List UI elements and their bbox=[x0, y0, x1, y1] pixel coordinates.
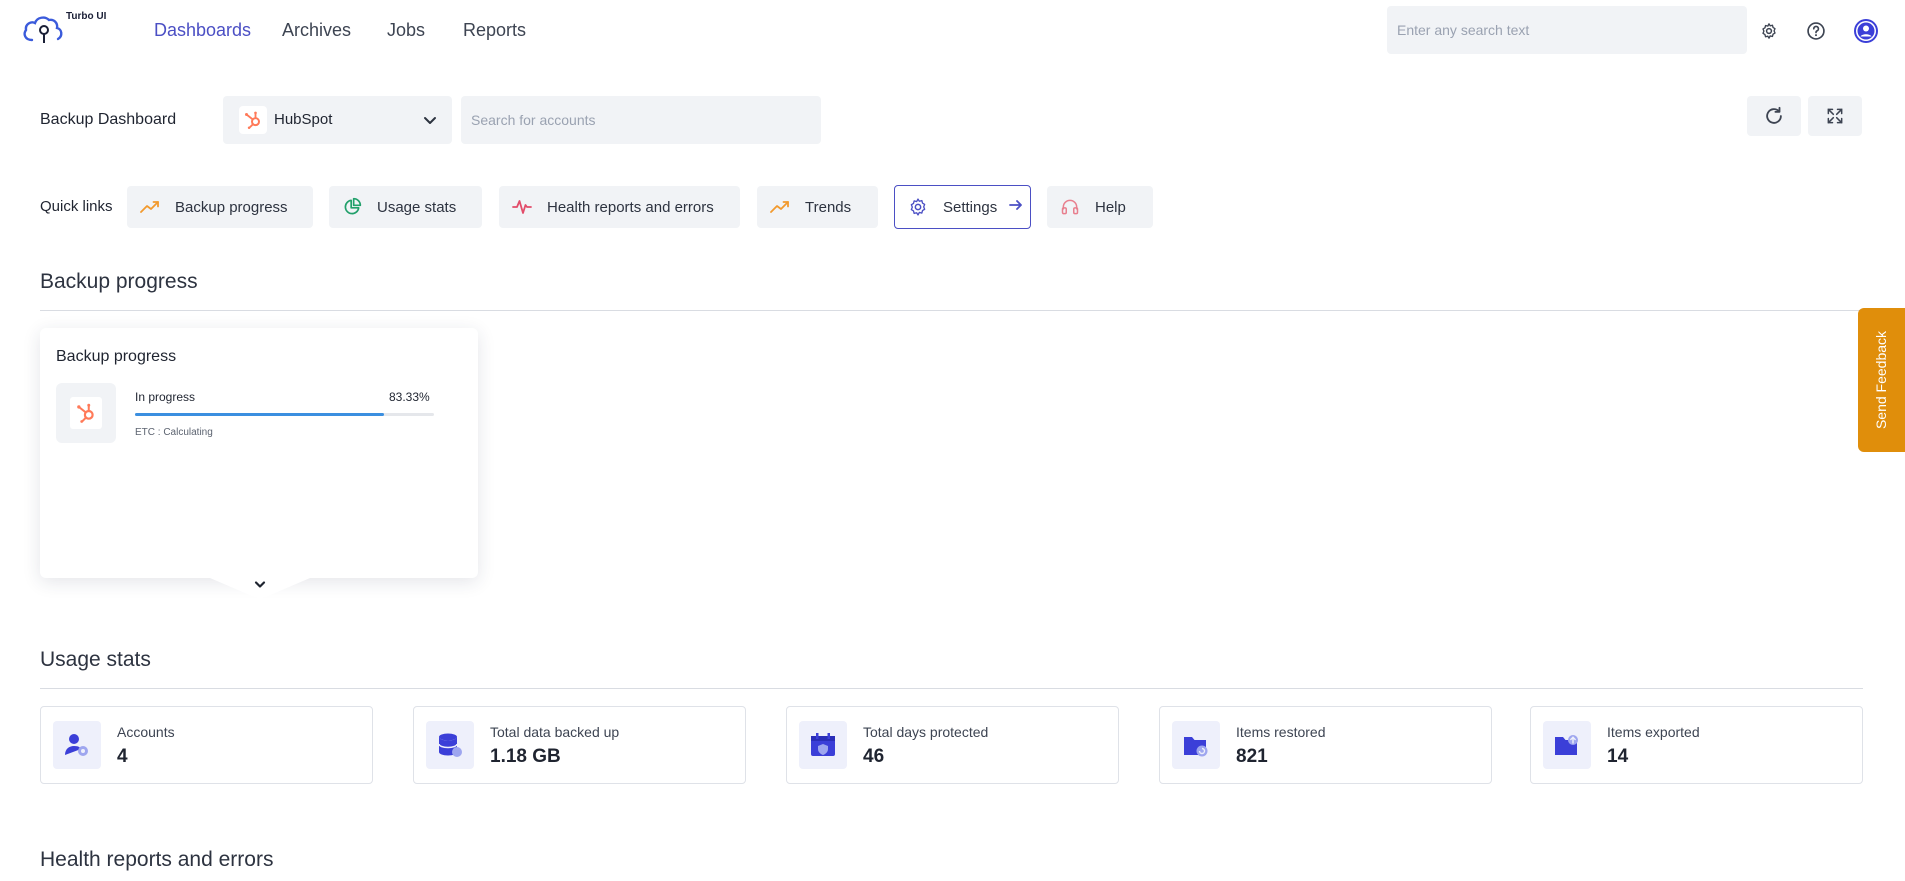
stat-card-items-exported: Items exported 14 bbox=[1530, 706, 1863, 784]
backup-status: In progress bbox=[135, 390, 196, 404]
arrow-right-icon bbox=[1009, 198, 1023, 216]
quick-links-label: Quick links bbox=[40, 198, 113, 215]
page-title: Backup Dashboard bbox=[40, 111, 177, 128]
stat-value: 4 bbox=[117, 746, 128, 767]
refresh-button[interactable] bbox=[1747, 96, 1801, 136]
refresh-icon bbox=[1766, 106, 1782, 124]
backup-percent: 83.33% bbox=[389, 390, 430, 404]
quick-link-label: Usage stats bbox=[377, 198, 457, 216]
section-divider bbox=[40, 310, 1863, 311]
stat-card-days-protected: Total days protected 46 bbox=[786, 706, 1119, 784]
section-divider bbox=[40, 688, 1863, 689]
stat-label: Items restored bbox=[1236, 724, 1326, 740]
user-gear-icon bbox=[53, 721, 101, 769]
stat-value: 821 bbox=[1236, 746, 1268, 767]
backup-etc: ETC : Calculating bbox=[135, 427, 213, 438]
stat-label: Items exported bbox=[1607, 724, 1700, 740]
stat-card-items-restored: Items restored 821 bbox=[1159, 706, 1492, 784]
settings-gear-icon[interactable] bbox=[1758, 20, 1780, 42]
logo[interactable]: Turbo UI bbox=[21, 8, 111, 48]
stat-label: Accounts bbox=[117, 724, 175, 740]
pulse-icon bbox=[511, 196, 533, 218]
trend-up-icon bbox=[139, 196, 161, 218]
section-title-health-reports: Health reports and errors bbox=[40, 848, 274, 871]
headset-icon bbox=[1059, 196, 1081, 218]
quick-link-usage-stats[interactable]: Usage stats bbox=[329, 186, 482, 228]
stat-label: Total days protected bbox=[863, 724, 989, 740]
quick-link-settings[interactable]: Settings bbox=[894, 185, 1031, 229]
folder-restore-icon bbox=[1172, 721, 1220, 769]
backup-progress-card: Backup progress In progress 83.33% ETC :… bbox=[40, 328, 478, 578]
stat-value: 14 bbox=[1607, 746, 1629, 767]
gear-icon bbox=[907, 196, 929, 218]
quick-link-label: Help bbox=[1095, 198, 1126, 216]
quick-link-backup-progress[interactable]: Backup progress bbox=[127, 186, 313, 228]
trend-up-icon bbox=[769, 196, 791, 218]
card-title: Backup progress bbox=[56, 348, 177, 365]
progress-bar bbox=[135, 413, 434, 416]
folder-export-icon bbox=[1543, 721, 1591, 769]
stat-label: Total data backed up bbox=[490, 724, 620, 740]
card-expand-tab bbox=[210, 578, 310, 600]
cloud-pin-logo-icon bbox=[23, 16, 63, 43]
section-title-backup-progress: Backup progress bbox=[40, 270, 198, 293]
stat-value: 1.18 GB bbox=[490, 746, 561, 767]
quick-link-label: Health reports and errors bbox=[547, 198, 714, 216]
nav-archives[interactable]: Archives bbox=[282, 20, 351, 41]
user-avatar-icon[interactable] bbox=[1853, 18, 1879, 44]
stat-card-total-data: Total data backed up 1.18 GB bbox=[413, 706, 746, 784]
quick-link-trends[interactable]: Trends bbox=[757, 186, 878, 228]
help-circle-icon[interactable] bbox=[1805, 20, 1827, 42]
account-type-select[interactable]: HubSpot bbox=[223, 96, 452, 144]
global-search-input[interactable] bbox=[1387, 6, 1747, 54]
quick-link-label: Settings bbox=[943, 198, 998, 216]
send-feedback-button[interactable]: Send Feedback bbox=[1858, 308, 1905, 452]
quick-link-help[interactable]: Help bbox=[1047, 186, 1153, 228]
chevron-down-icon bbox=[424, 117, 436, 124]
account-type-label: HubSpot bbox=[274, 111, 333, 128]
expand-icon bbox=[1827, 108, 1843, 124]
nav-jobs[interactable]: Jobs bbox=[387, 20, 425, 41]
pie-chart-icon bbox=[341, 196, 363, 218]
hubspot-icon bbox=[70, 397, 102, 429]
database-icon bbox=[426, 721, 474, 769]
quick-link-label: Trends bbox=[805, 198, 852, 216]
progress-bar-fill bbox=[135, 413, 385, 416]
calendar-shield-icon bbox=[799, 721, 847, 769]
stat-value: 46 bbox=[863, 746, 885, 767]
section-title-usage-stats: Usage stats bbox=[40, 648, 151, 671]
nav-dashboards[interactable]: Dashboards bbox=[154, 20, 251, 41]
top-navbar: Turbo UI Dashboards Archives Jobs Report… bbox=[0, 0, 1905, 60]
nav-reports[interactable]: Reports bbox=[463, 20, 526, 41]
hubspot-logo-box bbox=[56, 383, 116, 443]
hubspot-icon bbox=[239, 106, 267, 134]
quick-link-label: Backup progress bbox=[175, 198, 288, 216]
stat-card-accounts: Accounts 4 bbox=[40, 706, 373, 784]
quick-link-health-reports[interactable]: Health reports and errors bbox=[499, 186, 740, 228]
logo-text: Turbo UI bbox=[66, 11, 107, 22]
fullscreen-button[interactable] bbox=[1808, 96, 1862, 136]
chevron-down-icon[interactable] bbox=[253, 578, 267, 592]
send-feedback-label: Send Feedback bbox=[1873, 330, 1890, 430]
account-search-input[interactable] bbox=[461, 96, 821, 144]
